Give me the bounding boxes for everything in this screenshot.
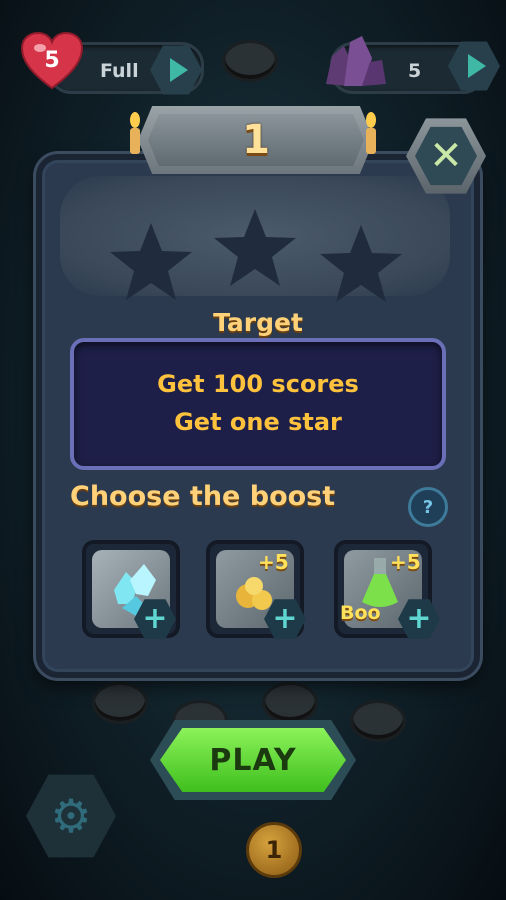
current-level-coin[interactable]: 1 [246,822,302,878]
help-button[interactable]: ? [408,487,448,527]
crystal-icon [326,36,386,86]
play-arrow-icon [170,58,188,82]
play-button[interactable]: PLAY [160,728,346,792]
star-empty-icon [110,223,192,300]
potion-boost-label: Boo [340,602,381,624]
target-title: Target [213,308,303,337]
gold-boost-badge: +5 [258,550,289,574]
map-level-node [350,700,406,742]
level-number: 1 [242,117,270,163]
close-icon: ✕ [415,126,477,186]
map-level-node [92,682,148,724]
gems-count: 5 [408,60,422,82]
play-arrow-icon [468,54,486,78]
star-empty-icon [320,225,402,302]
lives-status: Full [100,60,139,82]
lives-count: 5 [44,48,60,73]
map-level-node [222,40,278,82]
gear-icon: ⚙ [50,789,92,843]
target-line-star: Get one star [174,408,342,436]
settings-button[interactable]: ⚙ [26,774,116,858]
potion-boost-badge: +5 [390,550,421,574]
candle-icon [130,112,140,154]
boost-title: Choose the boost [70,481,336,512]
star-empty-icon [214,209,296,286]
target-box [70,338,446,470]
map-level-node [262,682,318,724]
candle-icon [366,112,376,154]
target-line-score: Get 100 scores [157,370,359,398]
